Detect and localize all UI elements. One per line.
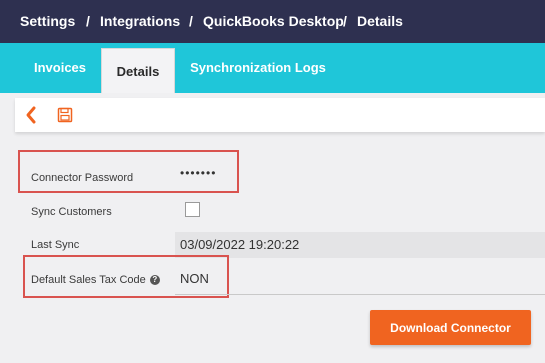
- connector-password-label: Connector Password: [31, 172, 134, 184]
- toolbar: [15, 98, 545, 132]
- floppy-disk-icon[interactable]: [57, 98, 73, 132]
- breadcrumb-separator: /: [86, 13, 90, 29]
- chevron-left-icon[interactable]: [24, 98, 38, 132]
- sync-customers-label: Sync Customers: [31, 206, 112, 218]
- breadcrumb-separator: /: [343, 13, 347, 29]
- last-sync-value: 03/09/2022 19:20:22: [180, 237, 300, 252]
- field-underline: [175, 294, 545, 295]
- default-sales-tax-code-label: Default Sales Tax Code?: [31, 274, 160, 286]
- question-circle-icon[interactable]: ?: [149, 275, 160, 286]
- connector-password-field[interactable]: •••••••: [180, 166, 216, 180]
- breadcrumb-quickbooks-desktop[interactable]: QuickBooks Desktop: [203, 13, 344, 29]
- download-connector-button[interactable]: Download Connector: [370, 310, 531, 345]
- last-sync-label: Last Sync: [31, 239, 80, 251]
- breadcrumb-details: Details: [357, 13, 403, 29]
- breadcrumb-integrations[interactable]: Integrations: [100, 13, 180, 29]
- tab-invoices[interactable]: Invoices: [20, 43, 100, 93]
- default-sales-tax-code-field[interactable]: NON: [180, 271, 209, 286]
- tab-details[interactable]: Details: [101, 48, 175, 93]
- tab-bar: Invoices Details Synchronization Logs: [0, 43, 545, 93]
- sync-customers-checkbox[interactable]: [185, 202, 200, 217]
- tab-synchronization-logs[interactable]: Synchronization Logs: [176, 43, 340, 93]
- breadcrumb: Settings / Integrations / QuickBooks Des…: [0, 0, 545, 43]
- default-sales-tax-code-label-text: Default Sales Tax Code: [31, 274, 146, 286]
- breadcrumb-separator: /: [189, 13, 193, 29]
- breadcrumb-settings[interactable]: Settings: [20, 13, 75, 29]
- last-sync-field: 03/09/2022 19:20:22: [175, 232, 545, 258]
